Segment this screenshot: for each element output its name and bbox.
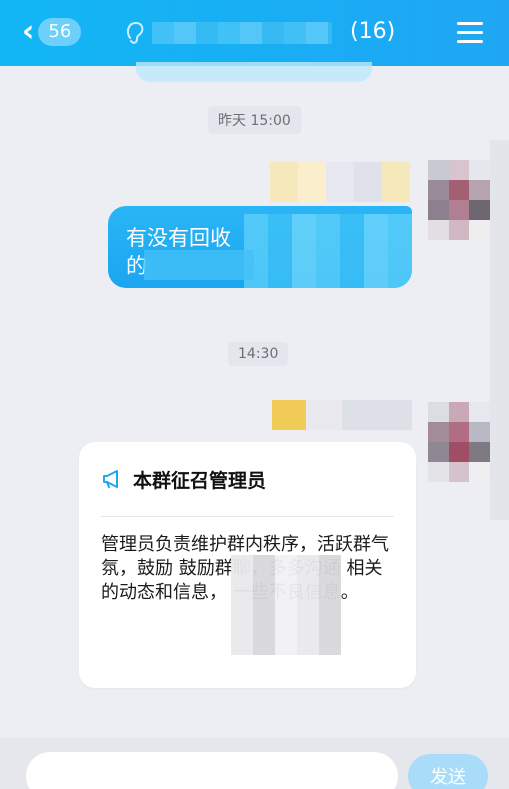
- timestamp: 昨天 15:00: [208, 106, 301, 134]
- notice-title: 本群征召管理员: [133, 469, 267, 492]
- avatar[interactable]: [428, 402, 490, 482]
- notice-body-wrap: 管理员负责维护群内秩序，活跃群气氛，鼓励 鼓励群聊，多多沟通 相关的动态和信息，…: [101, 533, 394, 655]
- ear-icon[interactable]: [124, 20, 146, 46]
- avatar[interactable]: [428, 160, 490, 240]
- timestamp: 14:30: [228, 342, 289, 366]
- megaphone-icon: [103, 470, 118, 488]
- group-name-blurred: [152, 22, 332, 44]
- chat-header: ‹ 56 (16): [0, 0, 509, 66]
- message-input[interactable]: [26, 752, 398, 789]
- message-blurred: [144, 250, 254, 280]
- back-button[interactable]: ‹ 56: [22, 14, 82, 50]
- back-chevron-icon: ‹: [22, 14, 35, 49]
- menu-icon[interactable]: [457, 22, 483, 44]
- message-bubble[interactable]: 有没有回收 的: [108, 206, 412, 288]
- notice-header: 本群征召管理员: [101, 464, 394, 494]
- notice-blurred: [231, 555, 341, 655]
- admin-recruit-notice-card[interactable]: 本群征召管理员 管理员负责维护群内秩序，活跃群气氛，鼓励 鼓励群聊，多多沟通 相…: [79, 442, 416, 688]
- banner-blurred: [136, 62, 372, 82]
- member-count: (16): [350, 19, 396, 44]
- scroll-edge: [490, 140, 509, 520]
- message-blurred: [244, 214, 412, 288]
- sender-name-blurred: [270, 162, 410, 202]
- divider: [101, 516, 394, 517]
- send-button[interactable]: 发送: [408, 754, 488, 789]
- sender-name-blurred: [272, 400, 412, 430]
- unread-badge: 56: [38, 18, 82, 46]
